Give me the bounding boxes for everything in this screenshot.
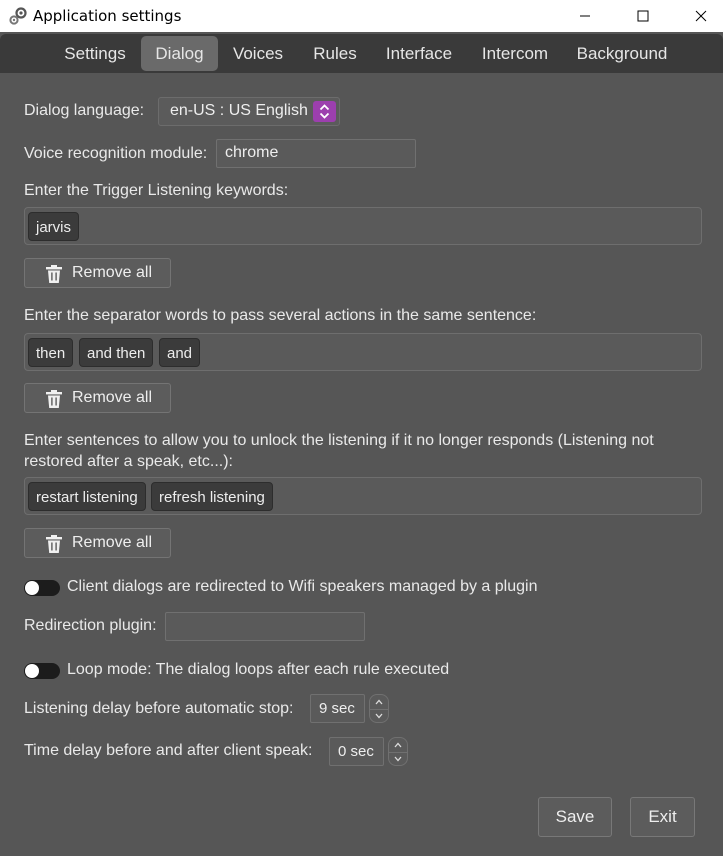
trash-icon bbox=[46, 265, 62, 283]
exit-button[interactable]: Exit bbox=[630, 797, 695, 837]
decrement-button[interactable] bbox=[389, 752, 407, 765]
recognition-module-label: Voice recognition module: bbox=[24, 145, 208, 162]
redirection-plugin-label: Redirection plugin: bbox=[24, 617, 157, 634]
trash-icon bbox=[46, 390, 62, 408]
redirect-wifi-toggle[interactable] bbox=[24, 580, 60, 596]
remove-all-label: Remove all bbox=[72, 389, 153, 406]
recognition-module-input[interactable]: chrome bbox=[216, 139, 416, 168]
increment-button[interactable] bbox=[370, 695, 388, 708]
trash-icon bbox=[46, 535, 62, 553]
increment-button[interactable] bbox=[389, 738, 407, 751]
minimize-button[interactable] bbox=[562, 0, 608, 32]
close-icon bbox=[695, 10, 707, 22]
unlock-sentences-label-line1: Enter sentences to allow you to unlock t… bbox=[24, 432, 654, 449]
tag-chip[interactable]: refresh listening bbox=[151, 482, 273, 511]
dialog-language-value: en-US : US English bbox=[170, 102, 308, 119]
recognition-module-value: chrome bbox=[225, 144, 279, 161]
speak-delay-arrows bbox=[388, 737, 408, 766]
tab-background[interactable]: Background bbox=[568, 36, 676, 71]
listening-delay-label: Listening delay before automatic stop: bbox=[24, 700, 294, 717]
tab-rules[interactable]: Rules bbox=[302, 36, 368, 71]
listening-delay-arrows bbox=[369, 694, 389, 723]
chevron-up-icon bbox=[375, 699, 383, 704]
separator-remove-all-button[interactable]: Remove all bbox=[24, 383, 171, 413]
decrement-button[interactable] bbox=[370, 709, 388, 722]
speak-delay-stepper[interactable]: 0 sec bbox=[329, 737, 409, 766]
tag-chip[interactable]: jarvis bbox=[28, 212, 80, 241]
dialog-language-select[interactable]: en-US : US English bbox=[158, 97, 340, 126]
chevron-down-icon bbox=[375, 713, 383, 719]
chevron-up-icon bbox=[394, 742, 402, 747]
trigger-remove-all-button[interactable]: Remove all bbox=[24, 258, 171, 288]
settings-gear-icon bbox=[9, 7, 27, 25]
chevron-down-icon bbox=[394, 756, 402, 762]
tag-chip[interactable]: then bbox=[28, 338, 74, 367]
separator-words-input[interactable]: then and then and bbox=[24, 333, 702, 371]
title-bar: Application settings bbox=[0, 0, 723, 32]
toggle-knob bbox=[25, 664, 39, 678]
unlock-sentences-label-line2: restored after a speak, etc...): bbox=[24, 453, 233, 470]
remove-all-label: Remove all bbox=[72, 264, 153, 281]
tab-intercom[interactable]: Intercom bbox=[472, 36, 558, 71]
speak-delay-label: Time delay before and after client speak… bbox=[24, 742, 313, 759]
toggle-knob bbox=[25, 581, 39, 595]
tab-dialog[interactable]: Dialog bbox=[141, 36, 218, 71]
tab-interface[interactable]: Interface bbox=[377, 36, 461, 71]
tab-voices[interactable]: Voices bbox=[224, 36, 292, 71]
save-button[interactable]: Save bbox=[538, 797, 612, 837]
select-arrow bbox=[313, 101, 336, 122]
speak-delay-value: 0 sec bbox=[338, 743, 374, 760]
unlock-sentences-input[interactable]: restart listening refresh listening bbox=[24, 477, 702, 515]
trigger-keywords-label: Enter the Trigger Listening keywords: bbox=[24, 182, 289, 199]
tag-chip[interactable]: and then bbox=[79, 338, 154, 367]
chevron-updown-icon bbox=[319, 104, 330, 119]
listening-delay-input[interactable]: 9 sec bbox=[310, 694, 365, 723]
listening-delay-value: 9 sec bbox=[319, 700, 355, 717]
trigger-keywords-input[interactable]: jarvis bbox=[24, 207, 702, 245]
listening-delay-stepper[interactable]: 9 sec bbox=[310, 694, 390, 723]
loop-mode-toggle[interactable] bbox=[24, 663, 60, 679]
loop-mode-label: Loop mode: The dialog loops after each r… bbox=[67, 661, 450, 678]
close-button[interactable] bbox=[678, 0, 723, 32]
separator-words-label: Enter the separator words to pass severa… bbox=[24, 307, 537, 324]
tab-bar: Settings Dialog Voices Rules Interface I… bbox=[0, 34, 723, 73]
minimize-icon bbox=[580, 15, 590, 17]
maximize-icon bbox=[637, 10, 649, 22]
tag-chip[interactable]: and bbox=[159, 338, 201, 367]
tab-settings[interactable]: Settings bbox=[54, 36, 136, 71]
window-title: Application settings bbox=[33, 7, 182, 25]
remove-all-label: Remove all bbox=[72, 534, 153, 551]
redirection-plugin-input[interactable] bbox=[165, 612, 365, 641]
tag-chip[interactable]: restart listening bbox=[28, 482, 146, 511]
unlock-remove-all-button[interactable]: Remove all bbox=[24, 528, 171, 558]
redirect-wifi-label: Client dialogs are redirected to Wifi sp… bbox=[67, 578, 538, 595]
dialog-language-label: Dialog language: bbox=[24, 102, 145, 119]
speak-delay-input[interactable]: 0 sec bbox=[329, 737, 384, 766]
maximize-button[interactable] bbox=[620, 0, 666, 32]
